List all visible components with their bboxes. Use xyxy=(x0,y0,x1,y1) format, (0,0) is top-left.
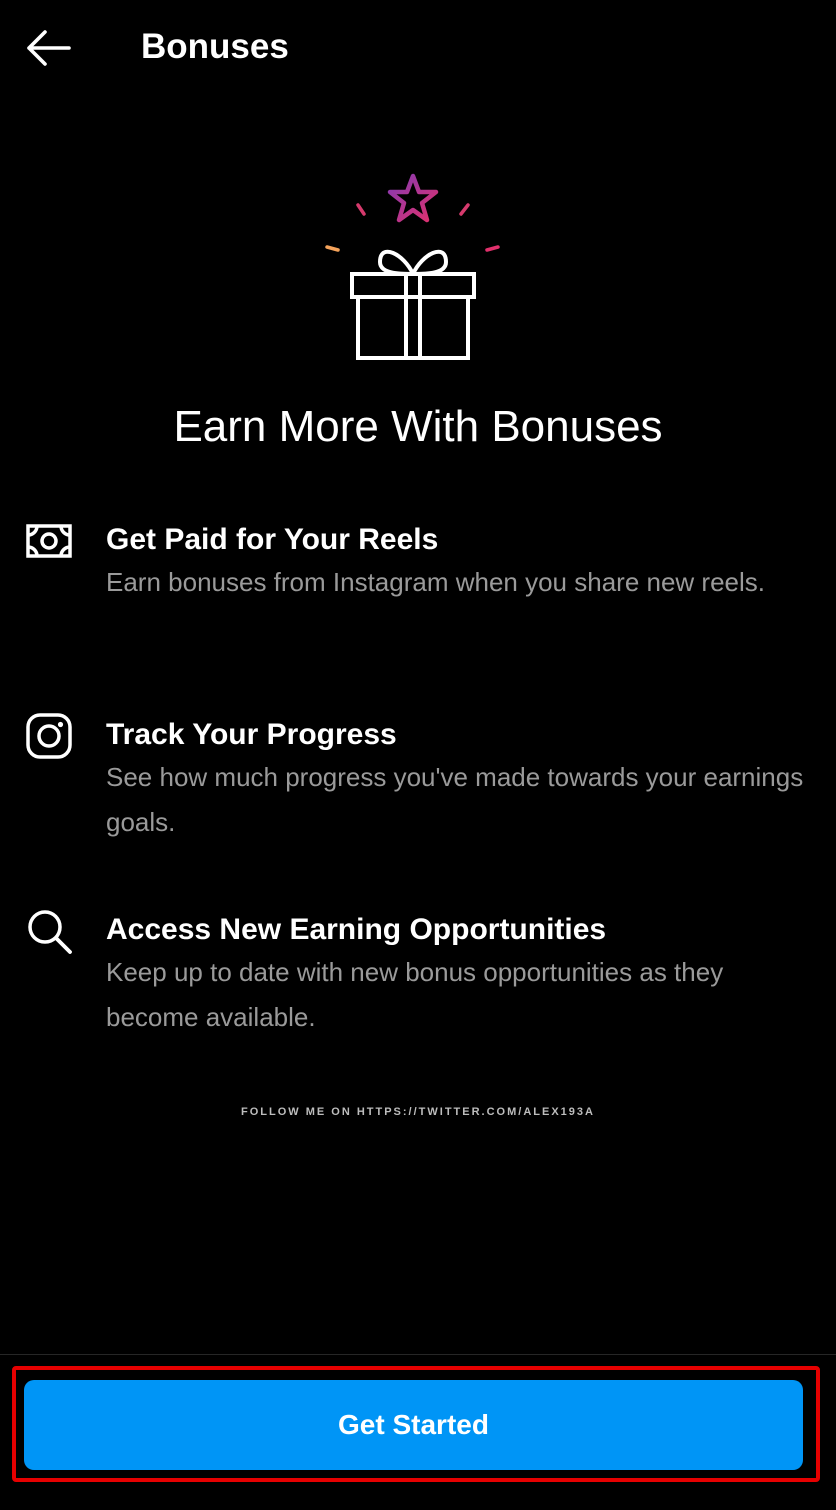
cash-icon xyxy=(24,516,74,566)
arrow-left-icon xyxy=(27,30,71,66)
search-icon xyxy=(24,906,74,956)
top-app-bar: Bonuses xyxy=(0,0,836,96)
instagram-icon xyxy=(24,711,74,761)
feature-description: Earn bonuses from Instagram when you sha… xyxy=(106,567,766,597)
page-title: Bonuses xyxy=(141,27,289,66)
back-button[interactable] xyxy=(18,22,78,74)
feature-title: Get Paid for Your Reels xyxy=(106,523,439,556)
feature-description: See how much progress you've made toward… xyxy=(106,762,804,837)
watermark-text: FOLLOW ME ON HTTPS://TWITTER.COM/ALEX193… xyxy=(241,1106,595,1118)
bottom-divider xyxy=(0,1354,836,1355)
get-started-button[interactable]: Get Started xyxy=(24,1380,803,1470)
feature-title: Track Your Progress xyxy=(106,718,397,751)
feature-description: Keep up to date with new bonus opportuni… xyxy=(106,957,724,1032)
gift-with-star-icon xyxy=(318,168,508,368)
hero-title: Earn More With Bonuses xyxy=(173,402,663,451)
feature-title: Access New Earning Opportunities xyxy=(106,913,607,946)
